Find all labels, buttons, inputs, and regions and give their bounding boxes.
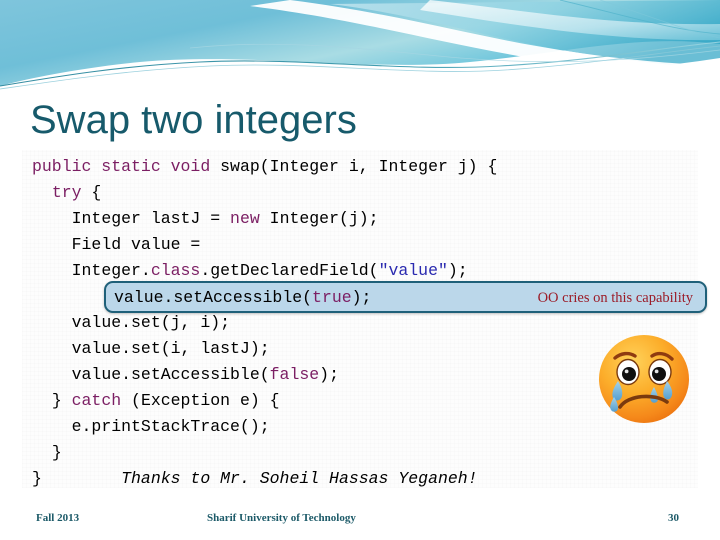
code-token: e.printStackTrace(); <box>71 417 270 436</box>
code-token: ); <box>319 365 339 384</box>
slide-title: Swap two integers <box>30 98 357 142</box>
callout-code-token: ); <box>351 288 372 307</box>
theme-banner-decoration <box>0 0 720 92</box>
code-token: Integer. <box>71 261 151 280</box>
code-token: false <box>269 365 320 384</box>
code-token: try <box>51 183 82 202</box>
code-line: Field value = <box>32 232 698 258</box>
callout-code-token: value.setAccessible( <box>114 288 313 307</box>
code-token: value.set(i, lastJ); <box>71 339 270 358</box>
code-token: } <box>51 391 72 410</box>
callout-code-line: value.setAccessible(true); <box>114 286 371 310</box>
code-line: try { <box>32 180 698 206</box>
code-token: Thanks to Mr. Soheil Hassas Yeganeh! <box>41 469 478 488</box>
callout-note-text: OO cries on this capability <box>537 290 693 306</box>
code-token: Field value = <box>71 235 201 254</box>
slide-number: 30 <box>668 512 679 524</box>
crying-face-icon <box>588 331 700 427</box>
code-token: (Exception e) { <box>121 391 280 410</box>
code-token: swap(Integer i, Integer j) { <box>220 157 498 176</box>
code-token: value.setAccessible( <box>71 365 270 384</box>
footer-org: Sharif University of Technology <box>207 512 356 524</box>
code-token: value.set(j, i); <box>71 313 231 332</box>
code-token: Integer lastJ = <box>71 209 231 228</box>
code-line: public static void swap(Integer i, Integ… <box>32 154 698 180</box>
code-token: } <box>51 443 62 462</box>
code-block: public static void swap(Integer i, Integ… <box>22 150 698 488</box>
code-token: class <box>150 261 201 280</box>
slide: Swap two integers public static void swa… <box>0 0 720 540</box>
code-line: } Thanks to Mr. Soheil Hassas Yeganeh! <box>32 466 698 492</box>
footer-term: Fall 2013 <box>36 512 80 524</box>
highlight-callout-box: value.setAccessible(true); OO cries on t… <box>104 281 707 313</box>
code-token: new <box>230 209 260 228</box>
code-token: Integer(j); <box>259 209 379 228</box>
code-line: Integer lastJ = new Integer(j); <box>32 206 698 232</box>
code-token: catch <box>71 391 122 410</box>
code-token: { <box>81 183 102 202</box>
code-token: ); <box>447 261 468 280</box>
code-line: } <box>32 440 698 466</box>
code-token: public static void <box>32 157 221 176</box>
code-token: } <box>32 469 42 488</box>
code-token: "value" <box>378 261 448 280</box>
code-token: .getDeclaredField( <box>200 261 379 280</box>
callout-code-token: true <box>312 288 352 307</box>
